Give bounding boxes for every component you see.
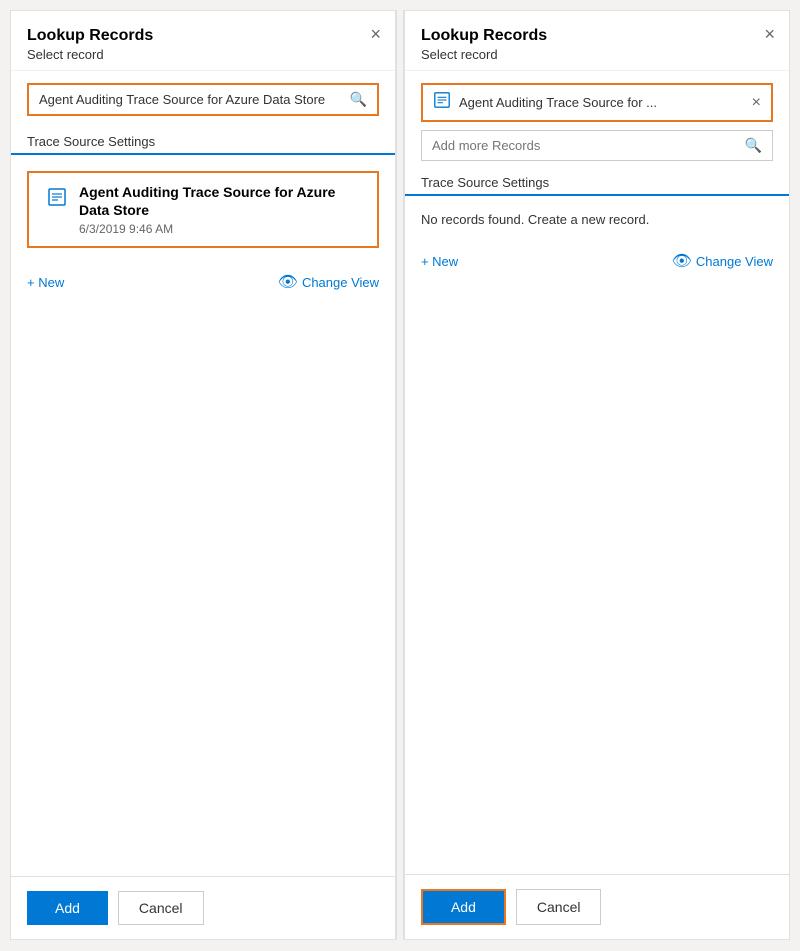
panel2-close-button[interactable]: × [764, 25, 775, 43]
record-item[interactable]: Agent Auditing Trace Source for Azure Da… [27, 171, 379, 248]
panel1-footer: Add Cancel [11, 876, 395, 939]
search-icon-2: 🔍 [745, 137, 762, 154]
panel1-title: Lookup Records [27, 27, 379, 45]
record-icon [45, 185, 69, 209]
panel1-search-input[interactable] [39, 92, 350, 107]
record-name: Agent Auditing Trace Source for Azure Da… [79, 183, 361, 219]
lookup-panel-1: Lookup Records Select record × 🔍 Trace S… [10, 10, 396, 940]
panel1-section-label: Trace Source Settings [11, 128, 395, 155]
panel2-change-view-button[interactable]: 👁 Change View [672, 251, 773, 271]
lookup-panel-2: Lookup Records Select record × Agent Aud… [404, 10, 790, 940]
panel1-close-button[interactable]: × [371, 25, 382, 43]
panel2-actions-row: + New 👁 Change View [405, 235, 789, 271]
change-view-label-2: Change View [696, 254, 773, 269]
panel-divider [396, 10, 404, 940]
selected-tag-text: Agent Auditing Trace Source for ... [459, 95, 744, 110]
tag-record-icon [433, 91, 451, 114]
change-view-label: Change View [302, 275, 379, 290]
search-icon: 🔍 [350, 91, 367, 108]
panel1-header: Lookup Records Select record × [11, 11, 395, 71]
panel1-search-area: 🔍 [11, 71, 395, 128]
panel1-cancel-button[interactable]: Cancel [118, 891, 204, 925]
panel2-header: Lookup Records Select record × [405, 11, 789, 71]
panel2-cancel-button[interactable]: Cancel [516, 889, 602, 925]
record-content: Agent Auditing Trace Source for Azure Da… [79, 183, 361, 236]
panel1-search-box: 🔍 [27, 83, 379, 116]
panel1-change-view-button[interactable]: 👁 Change View [278, 272, 379, 292]
tag-remove-button[interactable]: × [752, 95, 761, 111]
view-icon: 👁 [278, 272, 298, 292]
no-records-message: No records found. Create a new record. [405, 204, 789, 235]
panel2-title: Lookup Records [421, 27, 773, 45]
add-more-box: 🔍 [421, 130, 773, 161]
add-more-area: 🔍 [421, 130, 773, 161]
view-icon-2: 👁 [672, 251, 692, 271]
panel2-new-button[interactable]: + New [421, 254, 458, 269]
panel1-actions-row: + New 👁 Change View [11, 256, 395, 292]
selected-tag: Agent Auditing Trace Source for ... × [421, 83, 773, 122]
panel2-subtitle: Select record [421, 47, 773, 62]
panel2-add-button[interactable]: Add [421, 889, 506, 925]
panel1-subtitle: Select record [27, 47, 379, 62]
record-date: 6/3/2019 9:46 AM [79, 222, 361, 236]
panel1-new-button[interactable]: + New [27, 275, 64, 290]
panel2-footer: Add Cancel [405, 874, 789, 939]
panel2-section-label: Trace Source Settings [405, 169, 789, 196]
add-more-input[interactable] [432, 138, 745, 153]
panel1-add-button[interactable]: Add [27, 891, 108, 925]
